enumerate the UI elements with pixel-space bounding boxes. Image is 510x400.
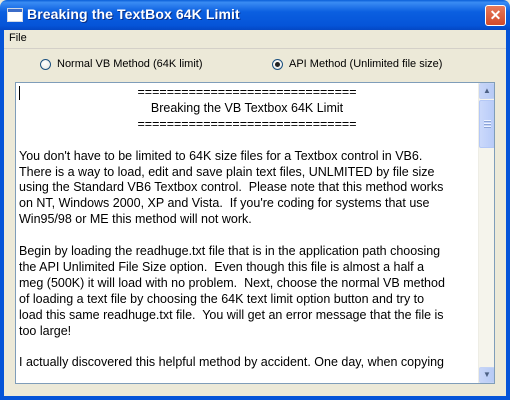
text-editor[interactable]: ============================== Breaking t… [15, 82, 495, 384]
thumb-grip-line [484, 126, 491, 128]
radio-api-method[interactable] [272, 58, 283, 70]
text-caret [19, 86, 20, 100]
window-frame-right [506, 30, 510, 400]
option-normal-vb-label: Normal VB Method (64K limit) [57, 58, 203, 70]
scroll-down-button[interactable]: ▼ [479, 367, 494, 383]
thumb-grip-line [484, 123, 491, 125]
vertical-scrollbar[interactable]: ▲ ▼ [478, 83, 494, 383]
menu-file[interactable]: File [9, 32, 27, 44]
text-content[interactable]: ============================== Breaking t… [16, 83, 478, 383]
option-normal-vb[interactable]: Normal VB Method (64K limit) [40, 56, 203, 72]
title-bar[interactable]: Breaking the TextBox 64K Limit ✕ [0, 0, 510, 30]
scroll-down-arrow-icon: ▼ [483, 370, 491, 379]
scroll-up-arrow-icon: ▲ [483, 86, 491, 95]
header-title: Breaking the VB Textbox 64K Limit [150, 100, 344, 115]
window-frame-left [0, 30, 4, 400]
close-button[interactable]: ✕ [485, 5, 506, 26]
option-api-method-label: API Method (Unlimited file size) [289, 58, 443, 70]
option-api-method[interactable]: API Method (Unlimited file size) [272, 56, 442, 72]
header-rule-top: ============================== [137, 85, 357, 99]
scroll-up-button[interactable]: ▲ [479, 83, 494, 99]
radio-normal-vb[interactable] [40, 58, 51, 70]
menu-bar: File [4, 30, 506, 49]
window-frame-bottom [0, 396, 510, 400]
main-window: Breaking the TextBox 64K Limit ✕ File No… [0, 0, 510, 400]
header-rule-bottom: ============================== [137, 116, 357, 131]
window-title: Breaking the TextBox 64K Limit [27, 6, 240, 22]
scroll-thumb[interactable] [479, 100, 494, 148]
thumb-grip-line [484, 120, 491, 122]
body-text: You don't have to be limited to 64K size… [19, 148, 445, 370]
app-window-icon [7, 8, 23, 22]
